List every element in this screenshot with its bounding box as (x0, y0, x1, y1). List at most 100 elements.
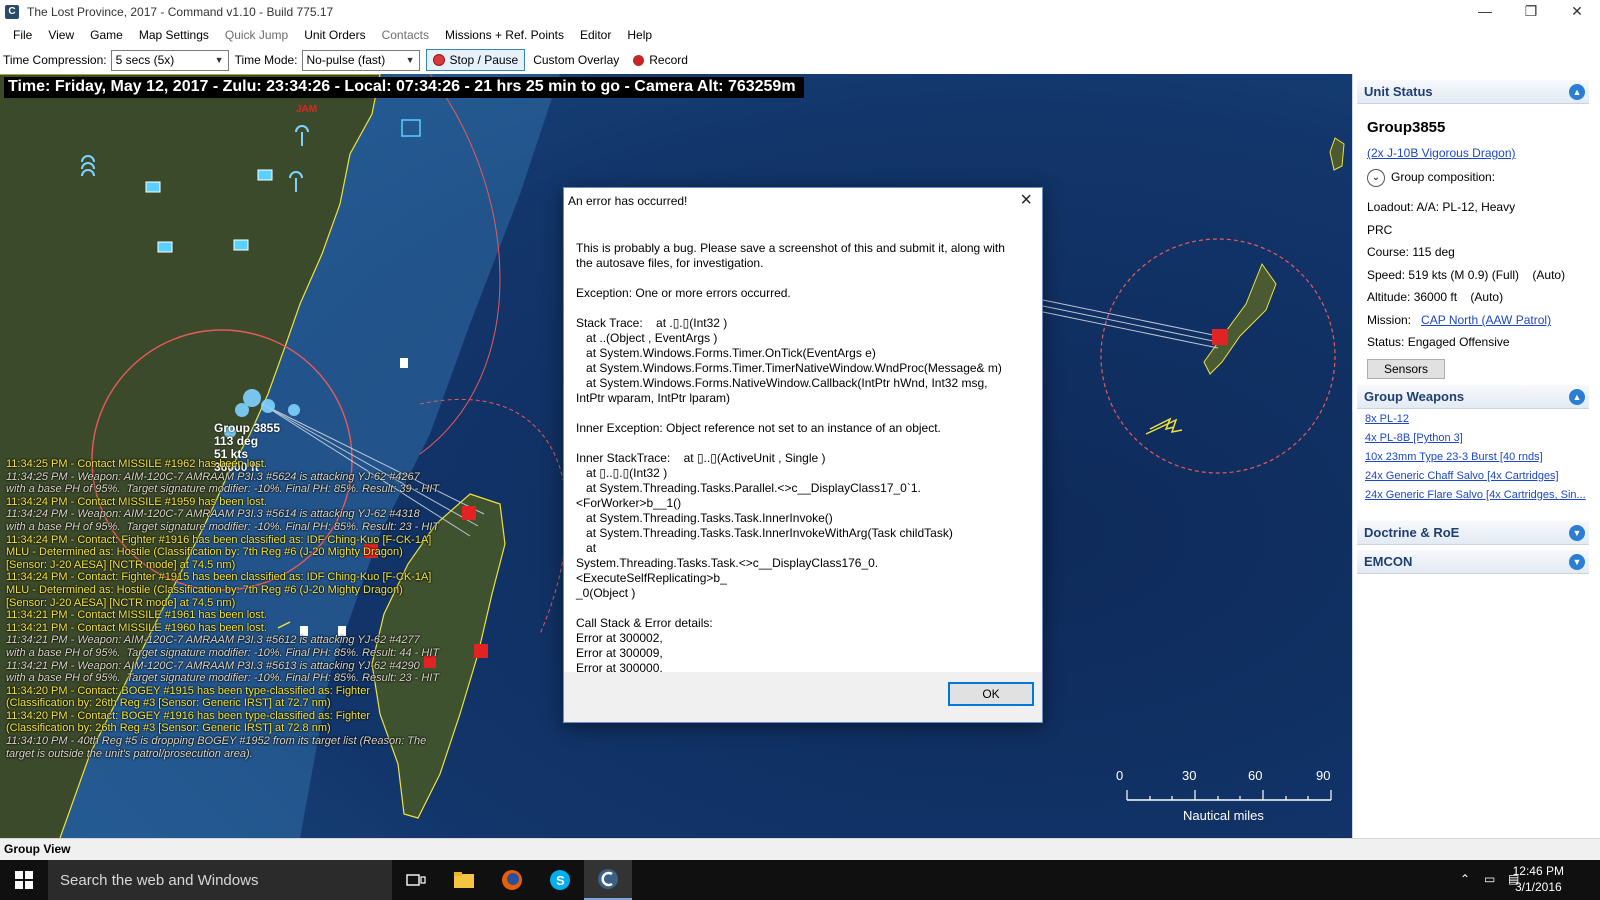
maximize-button[interactable]: ❐ (1508, 0, 1554, 24)
task-view-icon (406, 874, 426, 886)
message-log: 11:34:25 PM - Contact MISSILE #1962 has … (6, 458, 476, 760)
clock-date: 3/1/2016 (1514, 880, 1562, 894)
close-window-button[interactable]: ✕ (1554, 0, 1600, 24)
taskbar-command[interactable] (584, 860, 632, 900)
window-title: The Lost Province, 2017 - Command v1.10 … (27, 5, 334, 19)
unit-status-panel: Unit Status ▲ Group3855 (2x J-10B Vigoro… (1352, 74, 1600, 838)
unit-status-header[interactable]: Unit Status ▲ (1357, 80, 1589, 104)
log-message: 11:34:25 PM - Weapon: AIM-120C-7 AMRAAM … (6, 470, 440, 496)
mission-row: Mission: CAP North (AAW Patrol) (1367, 313, 1551, 327)
scale-tick-90: 90 (1316, 768, 1331, 783)
expand-icon[interactable]: ▼ (1569, 554, 1585, 570)
chevron-up-icon[interactable]: ⌃ (1460, 872, 1470, 886)
dialog-close-icon[interactable]: × (1020, 189, 1032, 212)
menu-map-settings[interactable]: Map Settings (131, 24, 217, 46)
stop-pause-label: Stop / Pause (449, 53, 519, 67)
weapon-link[interactable]: 4x PL-8B [Python 3] (1365, 432, 1463, 444)
ok-button[interactable]: OK (948, 682, 1034, 706)
emcon-title: EMCON (1364, 554, 1413, 569)
log-message: 11:34:24 PM - Weapon: AIM-120C-7 AMRAAM … (6, 508, 440, 533)
scale-tick-60: 60 (1248, 768, 1263, 783)
task-view-button[interactable] (392, 860, 440, 900)
log-message: 11:34:10 PM - 40th Reg #5 is dropping BO… (6, 735, 427, 760)
start-button[interactable] (0, 860, 48, 900)
sensors-button[interactable]: Sensors (1367, 359, 1445, 379)
scale-tick-30: 30 (1182, 768, 1197, 783)
time-compression-select[interactable]: 5 secs (5x) ▼ (110, 49, 229, 71)
composition-link[interactable]: (2x J-10B Vigorous Dragon) (1367, 146, 1516, 160)
time-mode-value: No-pulse (fast) (306, 53, 386, 67)
network-icon[interactable]: ▭ (1484, 872, 1495, 886)
altitude-text: Altitude: 36000 ft (Auto) (1367, 290, 1504, 304)
custom-overlay-label: Custom Overlay (533, 53, 620, 67)
scale-tick-0: 0 (1116, 768, 1124, 783)
minimize-button[interactable]: — (1462, 0, 1508, 24)
collapse-icon[interactable]: ▲ (1569, 84, 1585, 100)
taskbar: Search the web and Windows S ⌃ ▭ ▤ 12:46… (0, 860, 1600, 900)
time-compression-label: Time Compression: (3, 53, 107, 67)
taskbar-search[interactable]: Search the web and Windows (48, 860, 392, 900)
emcon-header[interactable]: EMCON ▼ (1357, 550, 1589, 574)
taskbar-explorer[interactable] (440, 860, 488, 900)
collapse-icon[interactable]: ▲ (1569, 389, 1585, 405)
log-message: 11:34:20 PM - Contact: BOGEY #1916 has b… (6, 709, 371, 735)
menu-quick-jump[interactable]: Quick Jump (217, 24, 296, 46)
menu-file[interactable]: File (5, 24, 40, 46)
group-weapons-header[interactable]: Group Weapons ▲ (1357, 385, 1589, 409)
speed-text: Speed: 519 kts (M 0.9) (Full) (Auto) (1367, 268, 1566, 282)
title-bar: C The Lost Province, 2017 - Command v1.1… (0, 0, 1600, 24)
taskbar-clock[interactable]: 12:46 PM 3/1/2016 (1513, 863, 1564, 895)
stop-pause-button[interactable]: Stop / Pause (425, 49, 526, 71)
unit-status-title: Unit Status (1364, 84, 1433, 99)
log-message: 11:34:24 PM - Contact: Fighter #1915 has… (6, 571, 432, 609)
expand-circle-icon[interactable]: ⌄ (1367, 169, 1385, 187)
command-app-icon (598, 869, 618, 889)
dialog-message: This is probably a bug. Please save a sc… (576, 241, 1005, 675)
log-message: 11:34:20 PM - Contact: BOGEY #1915 has b… (6, 684, 371, 710)
side-text: PRC (1367, 223, 1393, 237)
expand-icon[interactable]: ▼ (1569, 525, 1585, 541)
status-bar: Group View (0, 838, 1600, 860)
time-mode-select[interactable]: No-pulse (fast) ▼ (301, 49, 420, 71)
group-composition-row[interactable]: ⌄ Group composition: (1367, 169, 1495, 187)
log-message: 11:34:24 PM - Contact: Fighter #1916 has… (6, 533, 432, 571)
menu-unit-orders[interactable]: Unit Orders (296, 24, 373, 46)
menu-missions-ref-points[interactable]: Missions + Ref. Points (437, 24, 572, 46)
chevron-down-icon: ▼ (405, 55, 415, 65)
log-message: 11:34:21 PM - Contact MISSILE #1961 has … (6, 609, 267, 622)
doctrine-title: Doctrine & RoE (1364, 525, 1460, 540)
weapon-link[interactable]: 8x PL-12 (1365, 413, 1409, 425)
app-icon: C (5, 5, 19, 19)
doctrine-header[interactable]: Doctrine & RoE ▼ (1357, 521, 1589, 545)
log-message: 11:34:21 PM - Weapon: AIM-120C-7 AMRAAM … (6, 659, 440, 685)
time-banner: Time: Friday, May 12, 2017 - Zulu: 23:34… (4, 77, 804, 98)
menu-editor[interactable]: Editor (572, 24, 619, 46)
firefox-icon (502, 870, 522, 890)
weapon-link[interactable]: 10x 23mm Type 23-3 Burst [40 rnds] (1365, 451, 1543, 463)
menu-view[interactable]: View (40, 24, 82, 46)
jam-label: JAM (296, 104, 317, 115)
record-button[interactable]: Record (627, 49, 694, 71)
scale-bar: 0 30 60 90 Nautical miles (1116, 768, 1340, 828)
taskbar-firefox[interactable] (488, 860, 536, 900)
menu-game[interactable]: Game (82, 24, 131, 46)
skype-icon: S (550, 870, 570, 890)
log-message: 11:34:24 PM - Contact MISSILE #1959 has … (6, 495, 267, 508)
menu-contacts[interactable]: Contacts (374, 24, 437, 46)
windows-logo-icon (15, 871, 33, 889)
mission-label: Mission: (1367, 313, 1412, 327)
mission-link[interactable]: CAP North (AAW Patrol) (1421, 313, 1551, 327)
menu-help[interactable]: Help (619, 24, 660, 46)
taskbar-skype[interactable]: S (536, 860, 584, 900)
menu-bar: File View Game Map Settings Quick Jump U… (0, 24, 1600, 46)
weapon-link[interactable]: 24x Generic Chaff Salvo [4x Cartridges] (1365, 470, 1559, 482)
status-text: Status: Engaged Offensive (1367, 335, 1510, 349)
custom-overlay-button[interactable]: Custom Overlay (527, 49, 625, 71)
weapon-link[interactable]: 24x Generic Flare Salvo [4x Cartridges, … (1365, 489, 1586, 501)
time-mode-label: Time Mode: (234, 53, 298, 67)
error-dialog: An error has occurred! × This is probabl… (563, 187, 1043, 723)
stop-icon (432, 54, 445, 66)
loadout-text: Loadout: A/A: PL-12, Heavy (1367, 200, 1516, 214)
group-weapons-title: Group Weapons (1364, 389, 1465, 404)
log-message: 11:34:21 PM - Contact MISSILE #1960 has … (6, 621, 267, 634)
